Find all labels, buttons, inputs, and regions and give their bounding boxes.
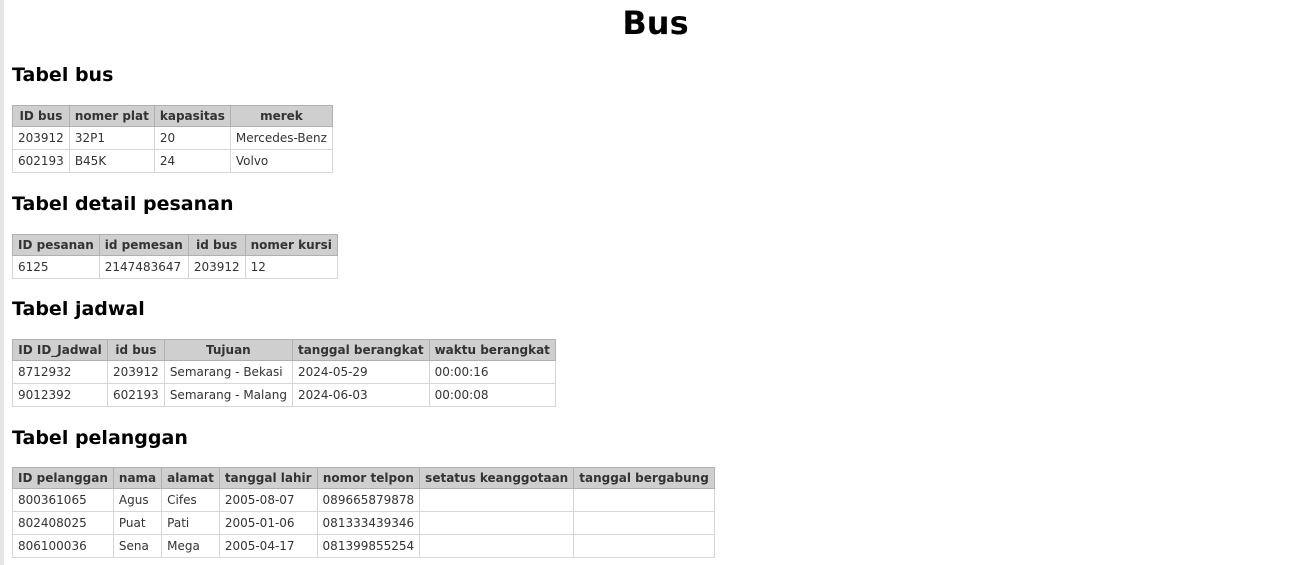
column-header: id bus [107, 339, 165, 361]
column-header: id pemesan [98, 234, 189, 256]
column-header: kapasitas [153, 105, 231, 127]
window-left-border [0, 0, 4, 565]
table-header-row: ID bus nomer plat kapasitas merek [12, 105, 333, 127]
table-cell: 2005-01-06 [218, 511, 318, 535]
column-header: merek [229, 105, 333, 127]
table-jadwal: ID ID_Jadwal id bus Tujuan tanggal beran… [12, 339, 556, 407]
table-cell: Mercedes-Benz [229, 126, 333, 150]
table-cell: Semarang - Bekasi [163, 360, 293, 384]
table-cell: Volvo [229, 149, 333, 173]
table-cell: 32P1 [68, 126, 155, 150]
column-header: nomer plat [68, 105, 155, 127]
table-cell: Cifes [161, 488, 220, 512]
column-header: ID pesanan [12, 234, 100, 256]
table-bus: ID bus nomer plat kapasitas merek 203912… [12, 105, 333, 173]
section-title-bus: Tabel bus [12, 64, 114, 86]
table-cell: 9012392 [12, 383, 108, 407]
table-row: 9012392 602193 Semarang - Malang 2024-06… [12, 383, 556, 407]
table-cell [573, 511, 715, 535]
table-cell: 806100036 [12, 534, 114, 558]
section-title-detail-pesanan: Tabel detail pesanan [12, 193, 234, 215]
table-cell: 203912 [107, 360, 165, 384]
table-row: 800361065 Agus Cifes 2005-08-07 08966587… [12, 488, 715, 512]
table-cell: Agus [112, 488, 163, 512]
table-cell [573, 534, 715, 558]
table-header-row: ID pesanan id pemesan id bus nomer kursi [12, 234, 338, 256]
table-header-row: ID ID_Jadwal id bus Tujuan tanggal beran… [12, 339, 556, 361]
table-cell: 8712932 [12, 360, 108, 384]
table-cell: 089665879878 [316, 488, 421, 512]
column-header: Tujuan [163, 339, 293, 361]
table-cell: 2005-04-17 [218, 534, 318, 558]
table-row: 806100036 Sena Mega 2005-04-17 081399855… [12, 534, 715, 558]
table-cell: Semarang - Malang [163, 383, 293, 407]
table-cell [419, 511, 575, 535]
column-header: nama [112, 467, 163, 489]
table-cell: 802408025 [12, 511, 114, 535]
table-cell: Sena [112, 534, 163, 558]
table-cell: B45K [68, 149, 155, 173]
table-cell [419, 488, 575, 512]
column-header: waktu berangkat [428, 339, 556, 361]
table-cell: 081399855254 [316, 534, 421, 558]
column-header: nomer kursi [244, 234, 338, 256]
table-cell: Pati [161, 511, 220, 535]
table-cell: 203912 [187, 255, 246, 279]
table-cell: Puat [112, 511, 163, 535]
table-cell: 081333439346 [316, 511, 421, 535]
column-header: ID pelanggan [12, 467, 114, 489]
table-detail-pesanan: ID pesanan id pemesan id bus nomer kursi… [12, 234, 338, 279]
column-header: alamat [161, 467, 220, 489]
section-title-jadwal: Tabel jadwal [12, 298, 145, 320]
column-header: ID bus [12, 105, 70, 127]
table-row: 8712932 203912 Semarang - Bekasi 2024-05… [12, 360, 556, 384]
column-header: ID ID_Jadwal [12, 339, 108, 361]
column-header: nomor telpon [316, 467, 421, 489]
table-cell: 00:00:16 [428, 360, 556, 384]
table-cell: 203912 [12, 126, 70, 150]
table-cell: 2147483647 [98, 255, 189, 279]
table-cell: 6125 [12, 255, 100, 279]
table-row: 6125 2147483647 203912 12 [12, 255, 338, 279]
table-header-row: ID pelanggan nama alamat tanggal lahir n… [12, 467, 715, 489]
table-cell: 602193 [107, 383, 165, 407]
column-header: id bus [187, 234, 246, 256]
table-cell: 602193 [12, 149, 70, 173]
column-header: tanggal bergabung [573, 467, 715, 489]
page-title: Bus [622, 4, 689, 42]
column-header: tanggal lahir [218, 467, 318, 489]
column-header: tanggal berangkat [291, 339, 430, 361]
table-cell: 24 [153, 149, 231, 173]
table-row: 203912 32P1 20 Mercedes-Benz [12, 126, 333, 150]
table-cell: 800361065 [12, 488, 114, 512]
table-pelanggan: ID pelanggan nama alamat tanggal lahir n… [12, 467, 715, 558]
table-cell: 2024-06-03 [291, 383, 430, 407]
table-cell [573, 488, 715, 512]
table-cell: 12 [244, 255, 338, 279]
section-title-pelanggan: Tabel pelanggan [12, 427, 188, 449]
table-cell: 20 [153, 126, 231, 150]
column-header: setatus keanggotaan [419, 467, 575, 489]
table-cell: 2024-05-29 [291, 360, 430, 384]
table-cell: 00:00:08 [428, 383, 556, 407]
table-cell: Mega [161, 534, 220, 558]
table-row: 602193 B45K 24 Volvo [12, 149, 333, 173]
table-cell [419, 534, 575, 558]
table-cell: 2005-08-07 [218, 488, 318, 512]
table-row: 802408025 Puat Pati 2005-01-06 081333439… [12, 511, 715, 535]
